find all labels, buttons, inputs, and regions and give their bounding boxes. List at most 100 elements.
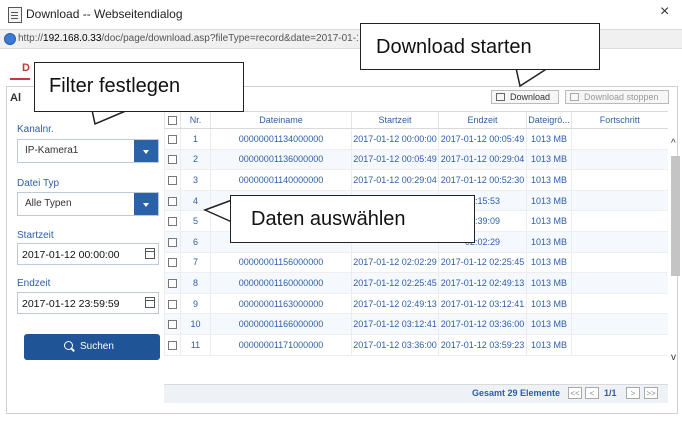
row-progress (571, 190, 668, 212)
row-start: 2017-01-12 02:49:13 (351, 293, 439, 315)
row-checkbox-cell[interactable] (164, 231, 181, 253)
channel-value: IP-Kamera1 (25, 145, 79, 156)
document-icon (8, 7, 22, 23)
chevron-down-icon[interactable] (134, 193, 158, 215)
row-nr: 2 (180, 149, 211, 171)
row-checkbox-cell[interactable] (164, 149, 181, 171)
row-checkbox-cell[interactable] (164, 334, 181, 356)
select-callout: Daten auswählen (230, 195, 475, 243)
row-filename: 00000001136000000 (210, 149, 352, 171)
download-callout-pointer (515, 67, 551, 88)
row-end: 2017-01-12 00:52:30 (438, 169, 527, 191)
first-page-button[interactable]: << (568, 387, 582, 399)
column-header-end[interactable]: Endzeit (438, 112, 527, 129)
column-header-nr[interactable]: Nr. (180, 112, 211, 129)
stop-download-button[interactable]: Download stoppen (565, 90, 669, 104)
row-checkbox[interactable] (168, 196, 177, 206)
row-checkbox[interactable] (168, 134, 177, 144)
table-row[interactable]: 3 00000001140000000 2017-01-12 00:29:04 201… (164, 169, 668, 191)
scroll-thumb[interactable] (671, 156, 680, 276)
end-time-input[interactable]: 2017-01-12 23:59:59 (17, 292, 159, 314)
row-checkbox[interactable] (168, 155, 177, 165)
channel-select[interactable]: IP-Kamera1 (17, 139, 159, 163)
row-size: 1013 MB (526, 190, 572, 212)
search-button-label: Suchen (80, 341, 114, 352)
row-checkbox-cell[interactable] (164, 272, 181, 294)
row-nr: 10 (180, 313, 211, 335)
select-callout-text: Daten auswählen (251, 208, 406, 230)
row-checkbox-cell[interactable] (164, 169, 181, 191)
download-icon (496, 93, 505, 101)
page-tab[interactable]: D (22, 62, 30, 74)
row-checkbox[interactable] (168, 217, 177, 227)
row-checkbox[interactable] (168, 279, 177, 289)
table-footer: Gesamt 29 Elemente << < 1/1 > >> (164, 384, 668, 403)
url-text: http://192.168.0.33/doc/page/download.as… (18, 33, 358, 44)
row-size: 1013 MB (526, 128, 572, 150)
table-row[interactable]: 8 00000001160000000 2017-01-12 02:25:45 201… (164, 272, 668, 294)
table-row[interactable]: 9 00000001163000000 2017-01-12 02:49:13 201… (164, 293, 668, 315)
tab-underline (10, 78, 30, 80)
table-row[interactable]: 2 00000001136000000 2017-01-12 00:05:49 201… (164, 149, 668, 171)
column-header-size[interactable]: Dateigrö... (526, 112, 572, 129)
row-checkbox-cell[interactable] (164, 128, 181, 150)
row-start: 2017-01-12 00:00:00 (351, 128, 439, 150)
row-nr: 3 (180, 169, 211, 191)
row-checkbox[interactable] (168, 320, 177, 330)
calendar-icon[interactable] (145, 297, 155, 308)
prev-page-button[interactable]: < (585, 387, 599, 399)
row-end: 2017-01-12 02:25:45 (438, 252, 527, 274)
file-type-select[interactable]: Alle Typen (17, 192, 159, 216)
row-checkbox[interactable] (168, 176, 177, 186)
calendar-icon[interactable] (145, 248, 155, 259)
row-filename: 00000001156000000 (210, 252, 352, 274)
chevron-down-icon[interactable] (134, 140, 158, 162)
select-all-checkbox[interactable] (168, 116, 177, 126)
download-callout: Download starten (360, 23, 600, 70)
end-time-label: Endzeit (17, 278, 51, 289)
row-checkbox[interactable] (168, 340, 177, 350)
download-button[interactable]: Download (491, 90, 559, 104)
column-header-progress[interactable]: Fortschritt (571, 112, 668, 129)
scroll-up-icon[interactable]: ^ (671, 138, 676, 149)
row-checkbox[interactable] (168, 258, 177, 268)
row-filename: 00000001163000000 (210, 293, 352, 315)
table-row[interactable]: 10 00000001166000000 2017-01-12 03:12:41 20… (164, 313, 668, 335)
row-checkbox-cell[interactable] (164, 313, 181, 335)
file-type-label: Datei Typ (17, 178, 60, 189)
column-header-start[interactable]: Startzeit (351, 112, 439, 129)
file-type-value: Alle Typen (25, 198, 72, 209)
row-checkbox-cell[interactable] (164, 210, 181, 232)
table-row[interactable]: 7 00000001156000000 2017-01-12 02:02:29 201… (164, 252, 668, 274)
row-end: 2017-01-12 00:05:49 (438, 128, 527, 150)
row-progress (571, 293, 668, 315)
table-row[interactable]: 11 00000001171000000 2017-01-12 03:36:00 20… (164, 334, 668, 356)
table-scrollbar[interactable]: ^ v (668, 134, 682, 363)
select-all-header[interactable] (164, 112, 181, 129)
row-progress (571, 149, 668, 171)
globe-icon (4, 33, 16, 45)
page-indicator: 1/1 (604, 388, 617, 398)
row-filename: 00000001171000000 (210, 334, 352, 356)
scroll-down-icon[interactable]: v (671, 352, 676, 363)
start-time-label: Startzeit (17, 230, 54, 241)
column-header-filename[interactable]: Dateiname (210, 112, 352, 129)
close-icon[interactable]: × (660, 3, 669, 21)
row-checkbox[interactable] (168, 299, 177, 309)
file-table: Nr. Dateiname Startzeit Endzeit Dateigrö… (164, 111, 668, 400)
search-button[interactable]: Suchen (24, 334, 160, 360)
row-checkbox-cell[interactable] (164, 190, 181, 212)
table-row[interactable]: 1 00000001134000000 2017-01-12 00:00:00 201… (164, 128, 668, 150)
row-progress (571, 334, 668, 356)
start-time-input[interactable]: 2017-01-12 00:00:00 (17, 243, 159, 265)
row-size: 1013 MB (526, 313, 572, 335)
row-checkbox[interactable] (168, 237, 177, 247)
row-checkbox-cell[interactable] (164, 293, 181, 315)
panel-heading: Al (10, 92, 21, 104)
row-filename: 00000001160000000 (210, 272, 352, 294)
row-checkbox-cell[interactable] (164, 252, 181, 274)
next-page-button[interactable]: > (626, 387, 640, 399)
filter-callout-text: Filter festlegen (49, 75, 181, 97)
total-count: Gesamt 29 Elemente (472, 388, 561, 398)
last-page-button[interactable]: >> (644, 387, 658, 399)
